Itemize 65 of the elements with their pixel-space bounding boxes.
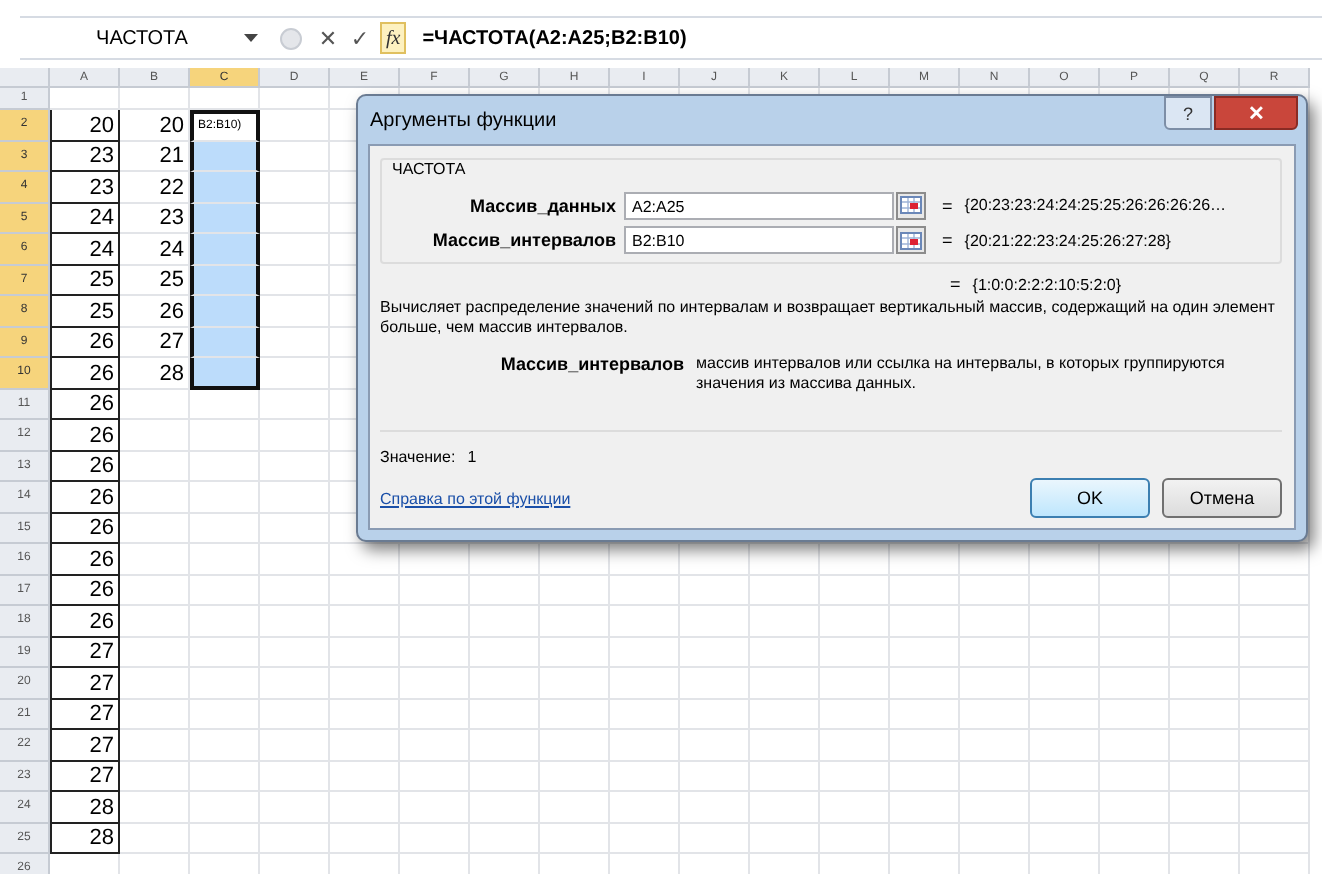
table-cell[interactable] [190,358,260,389]
equals-sign: = [942,195,953,216]
table-cell[interactable]: 23 [50,172,120,203]
enter-button[interactable]: ✓ [344,25,376,51]
cancel-button[interactable]: ✕ [312,25,344,51]
table-cell[interactable]: 25 [50,296,120,327]
help-button[interactable]: ? [1164,96,1212,130]
argument-result: {20:21:22:23:24:25:26:27:28} [964,231,1171,250]
table-cell[interactable]: 28 [50,823,120,854]
table-cell[interactable] [190,234,260,265]
table-cell[interactable]: 26 [50,451,120,482]
dialog-button[interactable]: Отмена [1162,478,1282,518]
table-cell[interactable] [190,327,260,358]
equals-sign: = [942,230,953,251]
function-description: Вычисляет распределение значений по интервалам и возвращает вертикальный массив, содержащий на один элемент больше, чем массив интервалов. [380,298,1277,338]
table-cell[interactable] [190,172,260,203]
table-cell[interactable] [190,203,260,234]
dialog-button[interactable]: OK [1030,478,1150,518]
value-text: 1 [467,448,477,466]
table-cell[interactable]: 20 [120,110,190,141]
argument-label: Массив_данных [468,195,616,216]
collapse-range-button[interactable] [896,191,926,220]
table-cell[interactable]: 25 [50,265,120,296]
table-cell[interactable]: 27 [50,699,120,730]
equals-sign: = [950,274,961,294]
formula-field[interactable]: =ЧАСТОТА(A2:A25;B2:B10) [422,27,687,49]
table-cell[interactable]: 26 [50,544,120,575]
dropdown-icon[interactable] [244,34,258,42]
collapse-range-button[interactable] [896,226,926,255]
table-cell[interactable]: 26 [50,358,120,389]
table-cell[interactable]: 24 [50,234,120,265]
table-cell[interactable] [190,296,260,327]
expand-icon[interactable] [280,27,302,49]
formula-result: {1:0:0:2:2:2:10:5:2:0} [972,275,1122,293]
table-cell[interactable]: 27 [50,668,120,699]
table-cell[interactable]: 28 [50,792,120,823]
help-link[interactable]: Справка по этой функции [380,489,571,507]
table-cell[interactable]: 26 [50,606,120,637]
table-cell[interactable]: 23 [50,141,120,172]
argument-label: Массив_интервалов [430,230,616,251]
table-cell[interactable]: 26 [50,575,120,606]
close-button[interactable]: ✕ [1214,96,1298,130]
argument-result: {20:23:23:24:24:25:25:26:26:26:26… [964,196,1227,215]
table-cell[interactable]: 26 [50,389,120,420]
table-cell[interactable] [190,141,260,172]
dialog-title: Аргументы функции [370,109,557,131]
function-name: ЧАСТОТА [392,160,466,178]
value-label: Значение: [380,448,456,466]
input-field[interactable]: A2:A25 [624,191,894,220]
table-cell[interactable]: 20 [50,110,120,141]
insert-function-button[interactable]: fx [380,22,407,54]
table-cell[interactable] [190,265,260,296]
input-field[interactable]: B2:B10 [624,226,894,255]
argument-description: массив интервалов или ссылка на интервалы, в которых группируются значения из массива данных. [696,354,1227,394]
table-cell[interactable]: 26 [50,482,120,513]
table-cell[interactable]: 27 [50,730,120,761]
table-cell[interactable]: 27 [50,761,120,792]
table-cell[interactable]: 27 [50,637,120,668]
name-box[interactable]: ЧАСТОТА [20,20,270,56]
argument-name: Массив_интервалов [498,354,684,378]
select-all-button[interactable] [0,68,50,88]
table-cell[interactable]: 26 [50,513,120,544]
table-cell[interactable]: 26 [50,327,120,358]
table-cell[interactable]: 26 [50,420,120,451]
table-cell[interactable]: 24 [50,203,120,234]
